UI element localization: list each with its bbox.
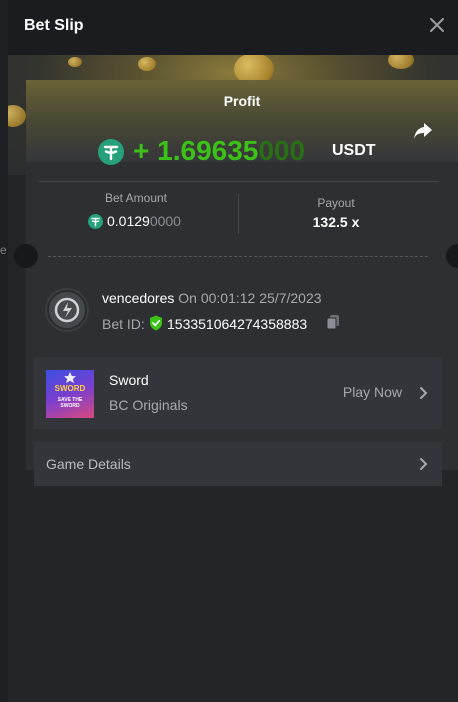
bet-user-line: vencedores On 00:01:12 25/7/2023 — [102, 290, 322, 306]
bet-slip-header: Bet Slip — [8, 0, 458, 55]
background-text-fragment: e — [0, 243, 7, 257]
thumbnail-subtitle: SAVE THE SWORD — [57, 397, 83, 409]
bet-result-card: Profit + 1.69635000 USDT Bet Amount 0.01… — [14, 80, 458, 486]
username[interactable]: vencedores — [102, 290, 174, 306]
coin-decoration — [388, 55, 414, 69]
bet-amount-trailing: 0000 — [149, 213, 181, 229]
payout-value: 132.5 x — [312, 214, 360, 230]
profit-currency: USDT — [332, 142, 376, 159]
ticket-notch-right — [446, 244, 458, 268]
bet-id-value: 153351064274358883 — [167, 316, 308, 332]
game-row[interactable]: SWORD SAVE THE SWORD Sword BC Originals P… — [34, 357, 442, 429]
play-now-link[interactable]: Play Now — [343, 384, 402, 400]
share-icon[interactable] — [412, 120, 434, 142]
bet-slip-panel: Profit + 1.69635000 USDT Bet Amount 0.01… — [8, 55, 458, 702]
game-name: Sword — [109, 372, 149, 388]
profit-sign: + — [133, 135, 158, 166]
chevron-right-icon — [420, 387, 428, 399]
game-thumbnail: SWORD SAVE THE SWORD — [46, 370, 94, 418]
close-icon[interactable] — [426, 14, 448, 36]
bet-amount-label: Bet Amount — [104, 191, 168, 205]
game-details-row[interactable]: Game Details — [34, 442, 442, 486]
profit-amount-main: 1.69635 — [157, 135, 259, 166]
bet-amount-main: 0.0129 — [107, 213, 150, 229]
coin-decoration — [138, 57, 156, 71]
game-details-label: Game Details — [46, 456, 131, 472]
bet-time: On 00:01:12 25/7/2023 — [178, 290, 322, 306]
bet-amount-value: 0.01290000 — [107, 213, 181, 229]
coin-decoration — [68, 57, 82, 67]
profit-amount: + 1.69635000 — [133, 135, 305, 167]
chevron-right-icon — [420, 458, 428, 470]
payout-label: Payout — [317, 196, 355, 210]
ticket-notch-left — [14, 244, 38, 268]
copy-icon[interactable] — [325, 314, 341, 330]
divider — [38, 181, 438, 182]
dashed-divider — [48, 256, 428, 257]
game-provider: BC Originals — [109, 397, 188, 413]
divider — [238, 194, 239, 234]
coin-decoration — [8, 105, 26, 127]
usdt-icon — [98, 139, 124, 165]
bet-id-label: Bet ID: — [102, 316, 145, 332]
usdt-icon — [88, 214, 103, 229]
dialog-title: Bet Slip — [24, 17, 84, 34]
avatar[interactable] — [45, 288, 89, 332]
thumbnail-title: SWORD — [54, 384, 86, 393]
profit-label: Profit — [223, 93, 261, 109]
profit-amount-trailing: 000 — [258, 135, 306, 166]
background-page-edge: e — [0, 0, 8, 702]
star-icon — [64, 372, 76, 383]
shield-check-icon — [150, 315, 162, 331]
